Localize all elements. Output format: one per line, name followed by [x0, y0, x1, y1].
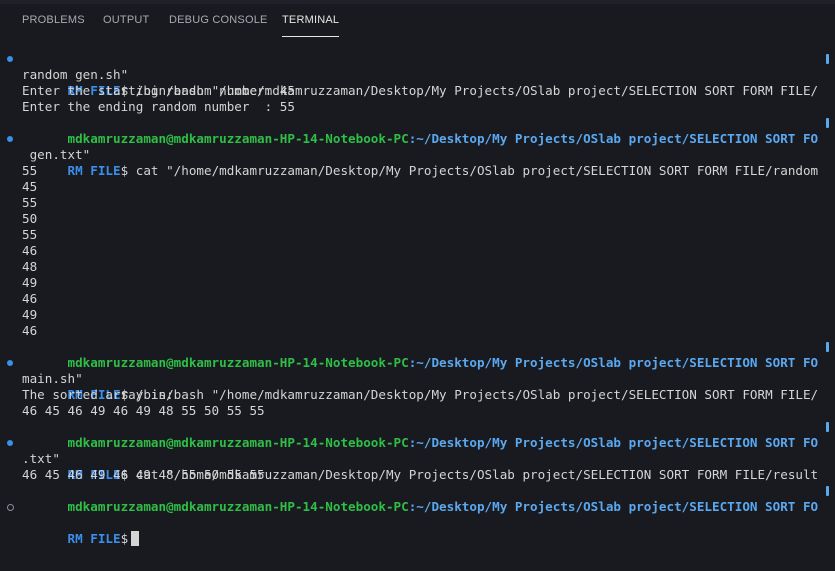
terminal-line: mdkamruzzaman@mdkamruzzaman-HP-14-Notebo…	[22, 419, 829, 450]
terminal-line: random gen.sh"	[22, 67, 129, 82]
terminal-line: 45	[22, 179, 38, 194]
terminal-line: Enter the starting random number: 45	[22, 83, 295, 98]
terminal-line: RM FILE$ /bin/bash "/home/mdkamruzzaman/…	[7, 51, 829, 98]
command-pending-circle-icon[interactable]	[7, 504, 14, 511]
terminal-panel[interactable]: RM FILE$ /bin/bash "/home/mdkamruzzaman/…	[0, 37, 835, 571]
tab-terminal[interactable]: TERMINAL	[282, 4, 340, 37]
terminal-line: 49	[22, 307, 38, 322]
panel-tab-bar: PROBLEMS OUTPUT DEBUG CONSOLE TERMINAL	[0, 4, 835, 37]
terminal-line: 55	[22, 227, 38, 242]
terminal-line: RM FILE$ cat "/home/mdkamruzzaman/Deskto…	[7, 435, 827, 482]
terminal-line: gen.txt"	[22, 147, 91, 162]
terminal-line: 49	[22, 275, 38, 290]
terminal-line: Enter the ending random number : 55	[22, 99, 295, 114]
command-success-dot-icon[interactable]	[7, 56, 13, 62]
scroll-marker-icon	[826, 422, 829, 432]
terminal-line: 46 45 46 49 46 49 48 55 50 55 55	[22, 467, 265, 482]
terminal-cursor	[131, 531, 140, 546]
terminal-line: 46	[22, 323, 38, 338]
tab-problems[interactable]: PROBLEMS	[22, 4, 85, 37]
command-success-dot-icon[interactable]	[7, 440, 13, 446]
terminal-line: 46	[22, 243, 38, 258]
terminal-line: main.sh"	[22, 371, 83, 386]
command-success-dot-icon[interactable]	[7, 360, 13, 366]
terminal-line: 46 45 46 49 46 49 48 55 50 55 55	[22, 403, 265, 418]
terminal-line: 46	[22, 291, 38, 306]
terminal-line: mdkamruzzaman@mdkamruzzaman-HP-14-Notebo…	[22, 339, 829, 370]
terminal-line: mdkamruzzaman@mdkamruzzaman-HP-14-Notebo…	[22, 115, 829, 146]
scroll-marker-icon	[826, 486, 829, 496]
terminal-prompt-line[interactable]: RM FILE$	[7, 499, 827, 546]
scroll-marker-icon	[826, 342, 829, 352]
terminal-output: RM FILE$ /bin/bash "/home/mdkamruzzaman/…	[7, 51, 829, 546]
terminal-line: The sorted array is:	[22, 387, 174, 402]
tab-debug-console[interactable]: DEBUG CONSOLE	[169, 4, 268, 37]
terminal-line: .txt"	[22, 451, 60, 466]
tab-output[interactable]: OUTPUT	[103, 4, 149, 37]
command-success-dot-icon[interactable]	[7, 136, 13, 142]
terminal-line: 55	[22, 195, 38, 210]
terminal-line: mdkamruzzaman@mdkamruzzaman-HP-14-Notebo…	[22, 483, 829, 514]
scroll-marker-icon	[826, 54, 829, 64]
terminal-line: RM FILE$ /bin/bash "/home/mdkamruzzaman/…	[7, 355, 827, 402]
terminal-line: 55	[22, 163, 38, 178]
terminal-line: RM FILE$ cat "/home/mdkamruzzaman/Deskto…	[7, 131, 827, 178]
scroll-marker-icon	[826, 118, 829, 128]
terminal-line: 48	[22, 259, 38, 274]
terminal-line: 50	[22, 211, 38, 226]
